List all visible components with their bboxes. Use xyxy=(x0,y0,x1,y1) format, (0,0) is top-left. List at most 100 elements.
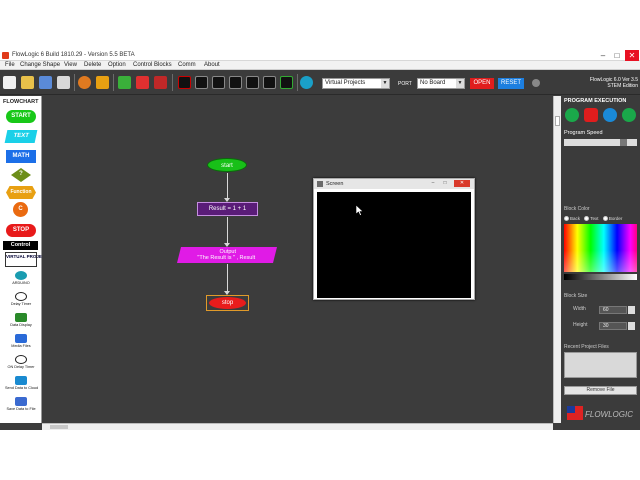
run-icon[interactable] xyxy=(178,76,191,89)
display-icon[interactable] xyxy=(246,76,259,89)
maximize-button[interactable]: □ xyxy=(610,50,624,61)
flowchart-canvas[interactable]: start Result = 1 + 1 Output "The Result … xyxy=(42,96,553,423)
flow-process-node[interactable]: Result = 1 + 1 xyxy=(197,202,258,216)
screen-minimize-button[interactable]: – xyxy=(428,180,438,187)
screen-window-titlebar[interactable]: Screen – □ ✕ xyxy=(314,179,474,189)
window-title: FlowLogic 6 Build 1810.29 - Version 5.5 … xyxy=(12,52,135,58)
step-forward-icon[interactable] xyxy=(622,108,636,122)
radio-border[interactable] xyxy=(602,216,608,222)
menu-control-blocks[interactable]: Control Blocks xyxy=(133,62,172,68)
slider-knob[interactable] xyxy=(620,139,627,146)
open-folder-icon[interactable] xyxy=(21,76,34,89)
palette-save-file[interactable]: Save Data to File xyxy=(5,397,37,415)
title-bar: FlowLogic 6 Build 1810.29 - Version 5.5 … xyxy=(0,50,640,61)
toolbar-separator xyxy=(297,74,298,91)
open-port-button[interactable]: OPEN xyxy=(470,78,494,89)
palette-send-cloud[interactable]: Send Data to Cloud xyxy=(5,376,39,394)
radio-text[interactable] xyxy=(584,216,590,222)
menu-view[interactable]: View xyxy=(64,62,77,68)
timer-icon[interactable] xyxy=(229,76,242,89)
play-icon[interactable] xyxy=(565,108,579,122)
palette-media-files[interactable]: Media Files xyxy=(5,334,37,352)
height-field[interactable]: 30 xyxy=(599,322,627,330)
palette-virtual-project[interactable]: VIRTUAL PROJECT xyxy=(5,252,48,267)
grayscale-palette[interactable] xyxy=(564,274,637,280)
list-icon[interactable] xyxy=(212,76,225,89)
logo-flag-canton xyxy=(567,406,575,413)
flow-start-node[interactable]: start xyxy=(207,158,247,172)
close-button[interactable]: ✕ xyxy=(625,50,639,61)
toolbar-separator xyxy=(74,74,75,91)
save-as-icon[interactable] xyxy=(57,76,70,89)
color-target-radios: Back Text Border xyxy=(564,216,623,222)
flow-output-node[interactable]: Output "The Result is " , Result xyxy=(177,247,277,263)
new-file-icon[interactable] xyxy=(3,76,16,89)
menu-change-shape[interactable]: Change Shape xyxy=(20,62,60,68)
flow-connector xyxy=(227,173,228,199)
width-stepper[interactable] xyxy=(628,306,635,314)
status-led-icon xyxy=(532,79,540,87)
palette-start-block[interactable]: START xyxy=(6,110,36,123)
menu-file[interactable]: File xyxy=(5,62,15,68)
menu-option[interactable]: Option xyxy=(108,62,126,68)
line-tool-icon[interactable] xyxy=(118,76,131,89)
menu-about[interactable]: About xyxy=(204,62,220,68)
radio-back[interactable] xyxy=(564,216,569,222)
recent-files-list[interactable] xyxy=(564,352,637,378)
canvas-vertical-scrollbar[interactable] xyxy=(553,96,561,423)
chevron-down-icon: ▼ xyxy=(456,79,464,88)
monitor-icon[interactable] xyxy=(263,76,276,89)
palette-data-display[interactable]: Data Display xyxy=(5,313,37,331)
project-select[interactable]: Virtual Projects ▼ xyxy=(322,78,390,89)
trash-icon[interactable] xyxy=(154,76,167,89)
reset-button[interactable]: RESET xyxy=(498,78,524,89)
clock-icon xyxy=(15,355,27,364)
stop-icon[interactable] xyxy=(584,108,598,122)
flow-stop-selection[interactable]: stop xyxy=(206,295,249,311)
stopwatch-icon xyxy=(15,292,27,301)
scrollbar-thumb[interactable] xyxy=(555,116,560,126)
flowchart-palette: FLOWCHART START TEXT MATH ? Function C S… xyxy=(0,96,48,423)
menu-comm[interactable]: Comm xyxy=(178,62,196,68)
color-palette-grid[interactable] xyxy=(564,224,637,272)
delete-line-icon[interactable] xyxy=(136,76,149,89)
remove-file-button[interactable]: Remove File xyxy=(564,386,637,395)
radio-border-label: Border xyxy=(608,216,623,221)
height-stepper[interactable] xyxy=(628,322,635,330)
port-select[interactable]: No Board ▼ xyxy=(417,78,465,89)
palette-connector-block[interactable]: C xyxy=(13,202,28,217)
palette-stop-block[interactable]: STOP xyxy=(6,224,36,237)
palette-delay-timer[interactable]: Delay Timer xyxy=(5,292,37,310)
logo-text: FLOWLOGIC xyxy=(585,410,633,419)
screen-close-button[interactable]: ✕ xyxy=(454,180,470,187)
palette-decision-block[interactable]: ? xyxy=(11,168,31,182)
screen-window[interactable]: Screen – □ ✕ xyxy=(313,178,475,300)
canvas-horizontal-scrollbar[interactable] xyxy=(42,423,553,430)
up-arrow-icon[interactable] xyxy=(96,76,109,89)
menu-delete[interactable]: Delete xyxy=(84,62,101,68)
palette-text-block[interactable]: TEXT xyxy=(4,130,38,143)
pointer-icon[interactable] xyxy=(78,76,91,89)
screen-maximize-button[interactable]: □ xyxy=(440,180,450,187)
port-label: PORT xyxy=(398,81,412,87)
scrollbar-thumb[interactable] xyxy=(50,425,68,429)
palette-on-delay-timer[interactable]: ON Delay Timer xyxy=(5,355,37,373)
version-label: FlowLogic 6.0 Ver 3.5 STEM Edition xyxy=(590,77,638,89)
width-field[interactable]: 60 xyxy=(599,306,627,314)
flowlogic-logo: FLOWLOGIC xyxy=(567,406,633,420)
palette-arduino[interactable]: ARDUINO xyxy=(5,271,37,289)
toolbar: Virtual Projects ▼ PORT No Board ▼ OPEN RE… xyxy=(0,70,640,95)
save-icon[interactable] xyxy=(39,76,52,89)
arduino-icon[interactable] xyxy=(300,76,313,89)
mouse-cursor-icon xyxy=(356,205,364,216)
program-speed-slider[interactable] xyxy=(564,139,637,146)
send-cloud-label: Send Data to Cloud xyxy=(5,386,39,390)
step-icon[interactable] xyxy=(195,76,208,89)
palette-math-block[interactable]: MATH xyxy=(6,150,36,163)
arduino-logo-icon xyxy=(15,271,27,280)
palette-function-block[interactable]: Function xyxy=(6,186,36,199)
pause-icon[interactable] xyxy=(603,108,617,122)
flow-stop-node[interactable]: stop xyxy=(209,297,246,309)
minimize-button[interactable]: – xyxy=(596,50,610,61)
graph-icon[interactable] xyxy=(280,76,293,89)
